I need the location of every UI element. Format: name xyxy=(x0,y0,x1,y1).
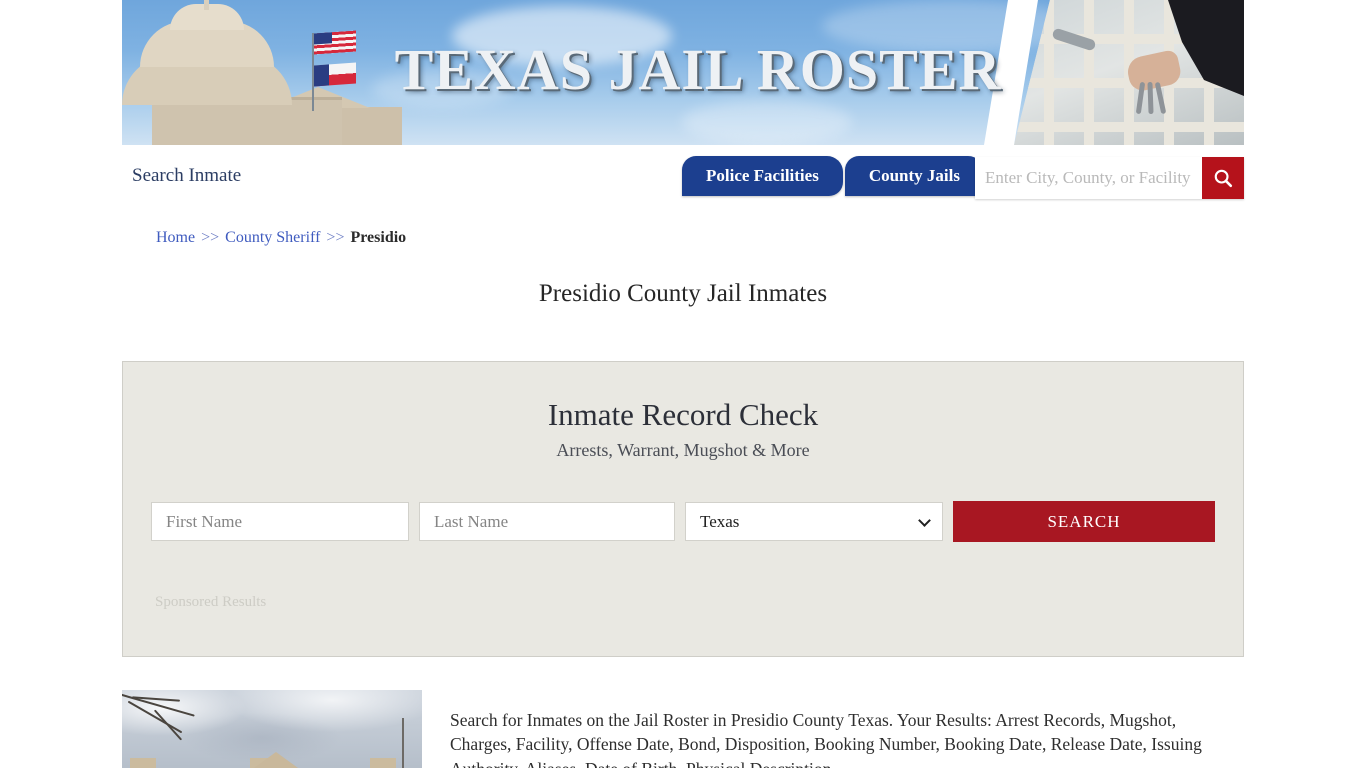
site-banner: TEXAS JAIL ROSTER xyxy=(122,0,1244,145)
sponsored-results-label: Sponsored Results xyxy=(155,594,267,611)
top-navbar: Search Inmate Police Facilities County J… xyxy=(122,145,1244,207)
cloud-decoration xyxy=(682,100,852,144)
tree-branch xyxy=(122,693,228,752)
panel-subheading: Arrests, Warrant, Mugshot & More xyxy=(556,440,810,461)
search-icon xyxy=(1214,169,1233,188)
nav-tabs: Police Facilities County Jails xyxy=(682,156,984,196)
description-paragraph: Search for Inmates on the Jail Roster in… xyxy=(450,709,1202,768)
inmate-search-button[interactable]: SEARCH xyxy=(953,501,1215,543)
breadcrumb-home[interactable]: Home xyxy=(156,229,195,246)
last-name-input[interactable] xyxy=(419,502,675,542)
page-root: TEXAS JAIL ROSTER Search Inmate Police F… xyxy=(0,0,1366,768)
building-tower xyxy=(130,758,156,768)
first-name-input[interactable] xyxy=(151,502,409,542)
utility-pole xyxy=(402,718,404,768)
state-select[interactable]: Texas xyxy=(685,502,943,542)
tab-county-jails[interactable]: County Jails xyxy=(844,156,984,196)
inmate-search-form: Texas SEARCH xyxy=(151,501,1215,543)
page-title: Presidio County Jail Inmates xyxy=(538,280,828,307)
content-section: Search for Inmates on the Jail Roster in… xyxy=(122,690,1244,768)
facility-search-input[interactable] xyxy=(975,157,1202,199)
facility-search-group xyxy=(975,157,1244,199)
banner-title: TEXAS JAIL ROSTER xyxy=(394,37,1002,102)
breadcrumb-county-sheriff[interactable]: County Sheriff xyxy=(225,229,320,246)
building-tower xyxy=(370,758,396,768)
state-select-wrapper: Texas xyxy=(685,502,943,542)
tab-police-facilities[interactable]: Police Facilities xyxy=(682,156,843,196)
brand-search-inmate[interactable]: Search Inmate xyxy=(132,165,241,187)
breadcrumb-separator: >> xyxy=(326,229,345,246)
capitol-spire xyxy=(204,0,209,10)
breadcrumb-current: Presidio xyxy=(350,229,407,246)
panel-heading: Inmate Record Check xyxy=(547,397,819,432)
inmate-record-check-panel: Inmate Record Check Arrests, Warrant, Mu… xyxy=(122,361,1244,657)
facility-search-button[interactable] xyxy=(1202,157,1244,199)
breadcrumb: Home >> County Sheriff >> Presidio xyxy=(122,229,1244,247)
jail-building-thumbnail xyxy=(122,690,422,768)
breadcrumb-separator: >> xyxy=(201,229,220,246)
building-peak xyxy=(254,752,298,768)
